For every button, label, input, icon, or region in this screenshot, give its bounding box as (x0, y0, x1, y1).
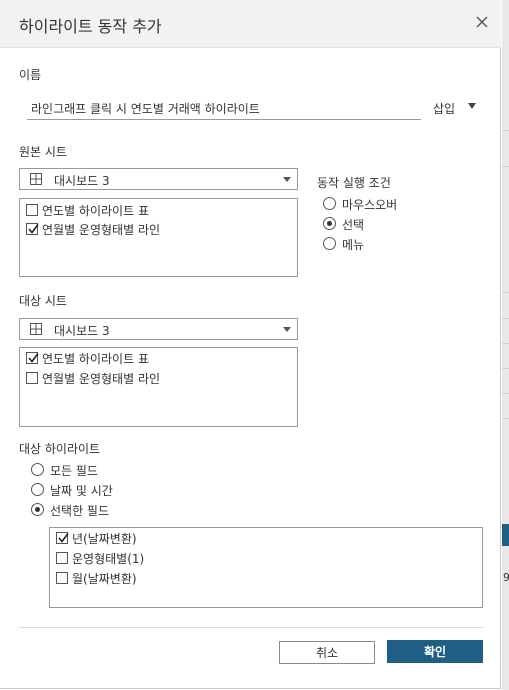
checkbox[interactable] (56, 552, 68, 564)
background-partial-text: 9 (503, 571, 509, 584)
target-sheet-select[interactable]: 대시보드 3 (19, 318, 298, 340)
checkbox-checked[interactable] (26, 223, 39, 235)
close-icon[interactable] (472, 12, 492, 32)
action-name-input[interactable] (27, 97, 421, 120)
source-sheet-list: 연도별 하이라이트 표 연월별 운영형태별 라인 (19, 198, 298, 277)
chevron-down-icon (283, 327, 291, 332)
checkmark-icon (28, 353, 39, 363)
footer-divider (19, 627, 483, 628)
dialog-title-bar: 하이라이트 동작 추가 (0, 0, 501, 48)
chevron-down-icon (283, 177, 291, 182)
dialog-title: 하이라이트 동작 추가 (19, 17, 162, 36)
checkbox-checked[interactable] (56, 532, 69, 544)
background-app-strip (502, 0, 509, 690)
radio-button[interactable] (323, 237, 336, 250)
checkbox-checked[interactable] (26, 352, 39, 364)
insert-dropdown-arrow-icon[interactable] (468, 103, 476, 109)
dashboard-icon (30, 323, 42, 335)
background-accent-bar (502, 524, 509, 546)
target-sheets-label: 대상 시트 (19, 294, 67, 308)
source-sheet-select[interactable]: 대시보드 3 (19, 168, 298, 190)
source-sheets-label: 원본 시트 (19, 145, 67, 159)
radio-button[interactable] (323, 197, 336, 210)
target-highlight-label: 대상 하이라이트 (19, 442, 101, 456)
radio-button-selected[interactable] (323, 217, 336, 230)
checkmark-icon (58, 533, 69, 543)
radio-button-selected[interactable] (31, 503, 44, 516)
radio-button[interactable] (31, 483, 44, 496)
name-label: 이름 (19, 68, 42, 82)
checkbox[interactable] (26, 372, 38, 384)
radio-button[interactable] (31, 463, 44, 476)
checkmark-icon (28, 224, 39, 234)
checkbox[interactable] (26, 204, 38, 216)
insert-button[interactable]: 삽입 (433, 100, 455, 117)
field-list: 년(날짜변환) 운영형태별(1) 월(날짜변환) (49, 527, 483, 608)
target-select-value: 대시보드 3 (54, 324, 110, 338)
source-select-value: 대시보드 3 (54, 174, 110, 188)
cancel-button[interactable]: 취소 (279, 641, 375, 664)
target-sheet-list: 연도별 하이라이트 표 연월별 운영형태별 라인 (19, 347, 298, 427)
ok-button[interactable]: 확인 (387, 640, 483, 663)
run-condition-label: 동작 실행 조건 (317, 176, 391, 190)
checkbox[interactable] (56, 572, 68, 584)
dashboard-icon (30, 173, 42, 185)
highlight-action-dialog: 하이라이트 동작 추가 이름 삽입 원본 시트 대시보드 3 연도별 하이라이트… (0, 0, 501, 689)
